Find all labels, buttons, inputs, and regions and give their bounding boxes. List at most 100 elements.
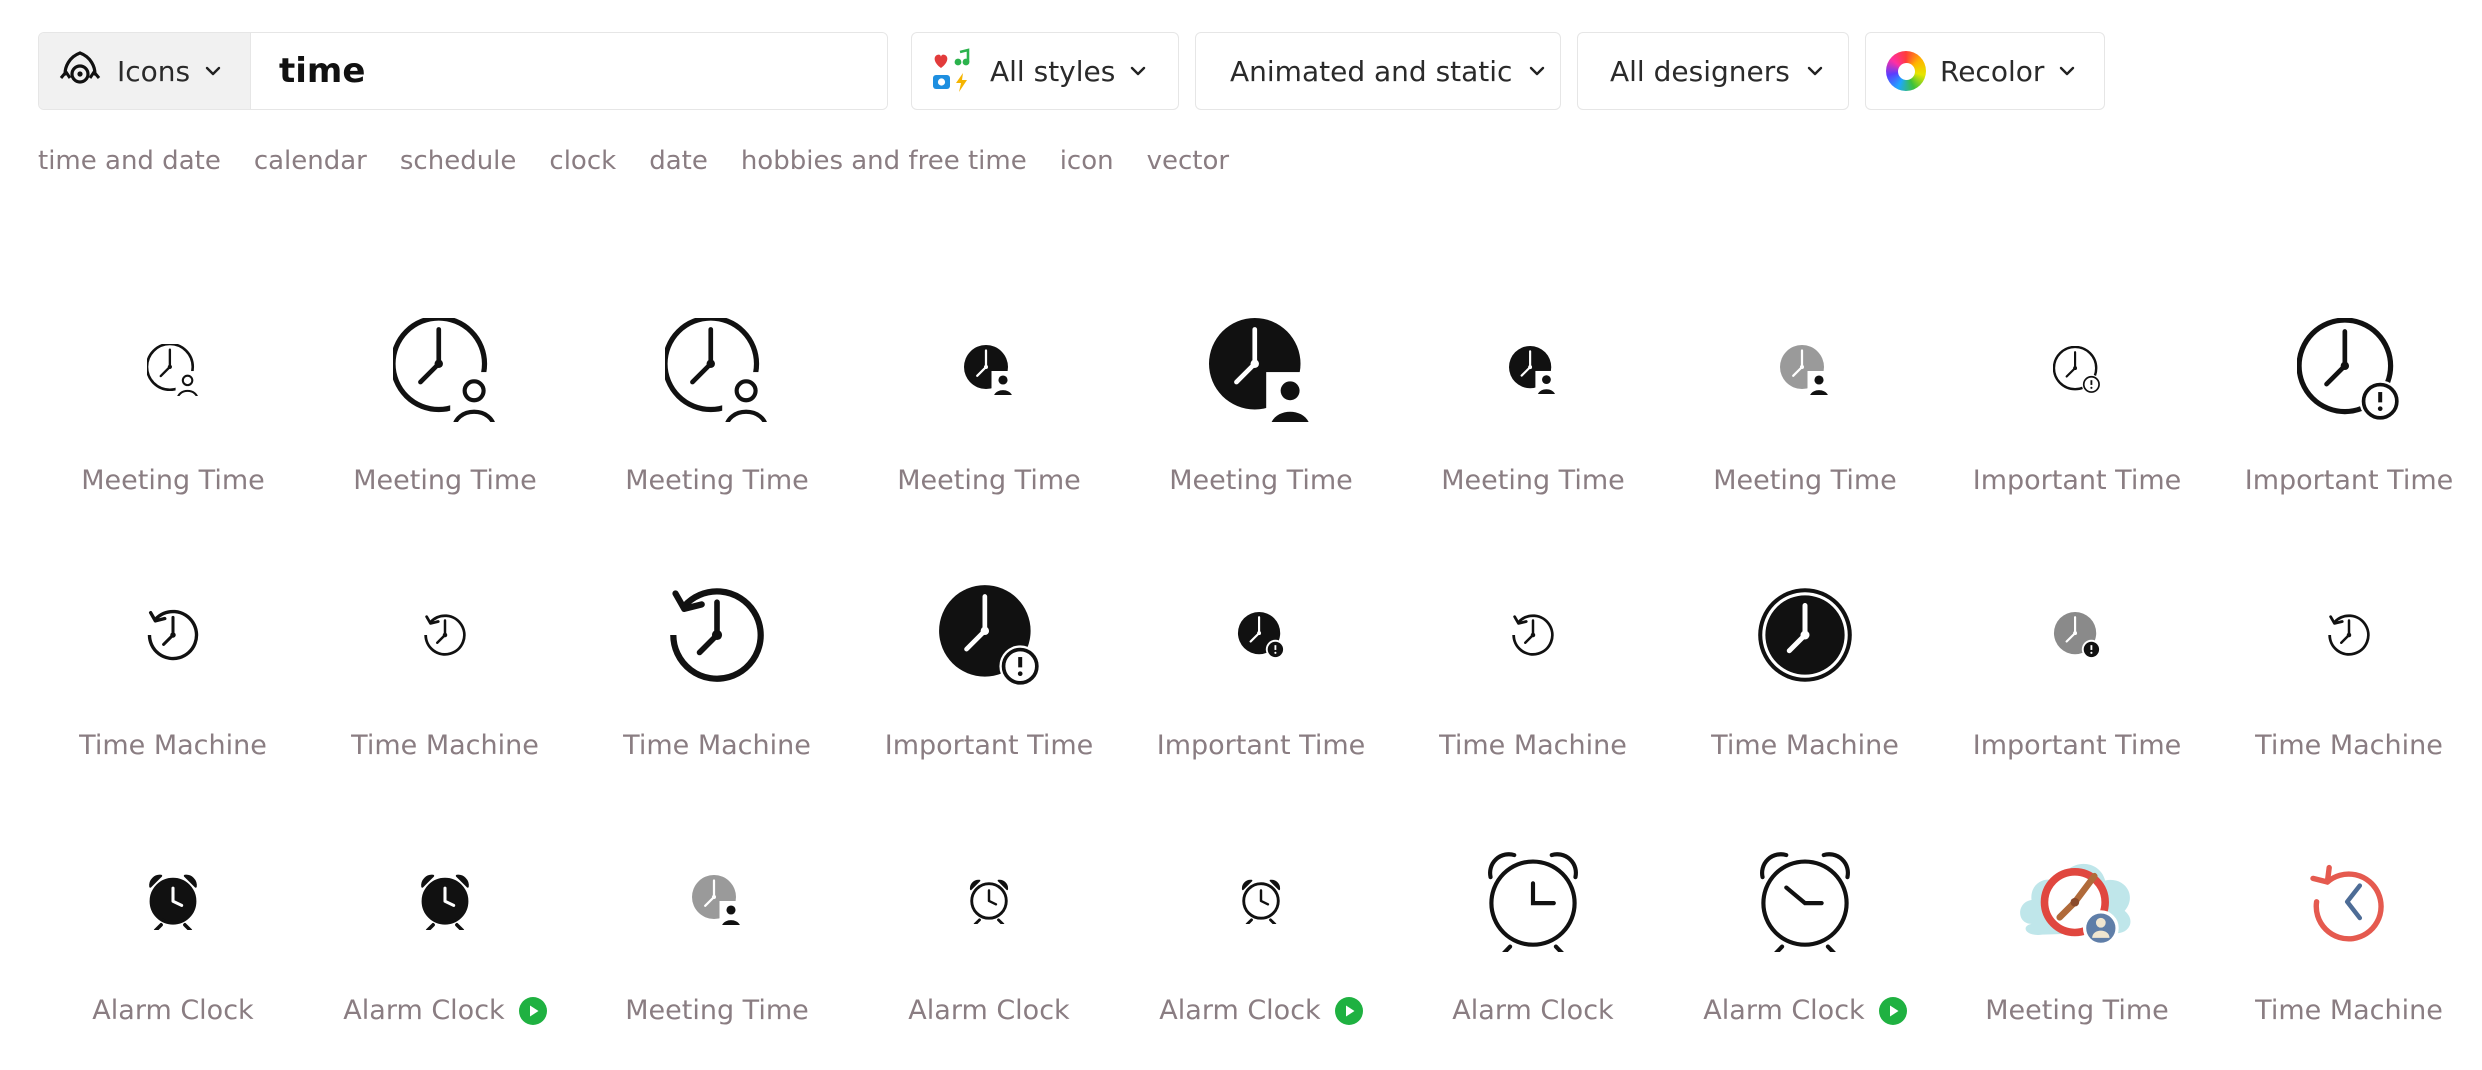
styles-filter-dropdown[interactable]: All styles	[911, 32, 1179, 110]
icon-title: Alarm Clock	[343, 995, 505, 1026]
time-machine-icon[interactable]	[581, 545, 853, 725]
icon-title: Meeting Time	[1985, 995, 2169, 1026]
icon-result-card[interactable]: Time Machine	[581, 545, 853, 805]
search-input[interactable]	[251, 33, 887, 109]
icon-result-card[interactable]: Meeting Time	[581, 280, 853, 540]
time-machine-icon[interactable]	[37, 545, 309, 725]
meeting-time-icon[interactable]	[853, 280, 1125, 460]
icon-title-row: Time Machine	[37, 730, 309, 761]
tag-link[interactable]: icon	[1060, 146, 1114, 176]
icon-result-card[interactable]: Time Machine	[2213, 545, 2482, 805]
meeting-time-icon[interactable]	[37, 280, 309, 460]
icon-result-card[interactable]: Meeting Time	[37, 280, 309, 540]
icon-title: Time Machine	[2255, 995, 2443, 1026]
icon-result-card[interactable]: Meeting Time	[1669, 280, 1941, 540]
icon-title: Meeting Time	[1441, 465, 1625, 496]
alarm-clock-icon[interactable]	[853, 810, 1125, 990]
time-machine-icon[interactable]	[1397, 545, 1669, 725]
meeting-time-icon[interactable]	[1125, 280, 1397, 460]
related-tags: time and date calendar schedule clock da…	[38, 146, 1262, 176]
icon-title-row: Meeting Time	[853, 465, 1125, 496]
time-machine-icon[interactable]	[1669, 545, 1941, 725]
alarm-clock-icon[interactable]	[309, 810, 581, 990]
icon-result-card[interactable]: Alarm Clock	[1397, 810, 1669, 1070]
tag-link[interactable]: calendar	[254, 146, 367, 176]
icon-result-card[interactable]: Meeting Time	[309, 280, 581, 540]
alarm-clock-icon[interactable]	[37, 810, 309, 990]
meeting-time-icon[interactable]	[1397, 280, 1669, 460]
icon-title-row: Meeting Time	[581, 995, 853, 1026]
icon-title-row: Meeting Time	[1397, 465, 1669, 496]
icon-title-row: Time Machine	[309, 730, 581, 761]
icon-result-card[interactable]: Time Machine	[1669, 545, 1941, 805]
icon-result-card[interactable]: Important Time	[1941, 545, 2213, 805]
alarm-clock-icon[interactable]	[1669, 810, 1941, 990]
time-machine-icon[interactable]	[309, 545, 581, 725]
meeting-time-icon[interactable]	[581, 810, 853, 990]
icon-title-row: Important Time	[1941, 465, 2213, 496]
important-time-icon[interactable]	[853, 545, 1125, 725]
icon-result-card[interactable]: Alarm Clock	[1125, 810, 1397, 1070]
chevron-down-icon	[1807, 66, 1823, 76]
alarm-clock-icon[interactable]	[1397, 810, 1669, 990]
designers-filter-dropdown[interactable]: All designers	[1577, 32, 1849, 110]
icon-result-card[interactable]: Important Time	[2213, 280, 2482, 540]
tag-link[interactable]: vector	[1147, 146, 1229, 176]
icon-title-row: Meeting Time	[581, 465, 853, 496]
icon-title: Important Time	[1972, 730, 2182, 761]
icon-title-row: Important Time	[853, 730, 1125, 761]
icon-result-card[interactable]: Alarm Clock	[309, 810, 581, 1070]
icon-title: Time Machine	[1439, 730, 1627, 761]
icon-title: Time Machine	[623, 730, 811, 761]
icon-result-card[interactable]: Important Time	[1125, 545, 1397, 805]
styles-icon	[933, 48, 970, 92]
time-machine-icon[interactable]	[2213, 545, 2482, 725]
icon-title: Important Time	[1156, 730, 1366, 761]
important-time-icon[interactable]	[1941, 545, 2213, 725]
icon-title-row: Meeting Time	[1669, 465, 1941, 496]
tag-link[interactable]: date	[649, 146, 708, 176]
icon-result-card[interactable]: Time Machine	[2213, 810, 2482, 1070]
chevron-down-icon	[1530, 66, 1545, 76]
time-machine-icon[interactable]	[2213, 810, 2482, 990]
icon-result-card[interactable]: Meeting Time	[1125, 280, 1397, 540]
alarm-clock-icon[interactable]	[1125, 810, 1397, 990]
icon-title: Time Machine	[1711, 730, 1899, 761]
icon-title: Time Machine	[351, 730, 539, 761]
tag-link[interactable]: clock	[549, 146, 616, 176]
designers-label: All designers	[1610, 54, 1790, 88]
animation-filter-dropdown[interactable]: Animated and static	[1195, 32, 1561, 110]
icon-result-card[interactable]: Important Time	[1941, 280, 2213, 540]
icon-result-card[interactable]: Alarm Clock	[37, 810, 309, 1070]
category-dropdown[interactable]: Icons	[39, 33, 251, 109]
meeting-time-icon[interactable]	[581, 280, 853, 460]
icon-title: Important Time	[884, 730, 1094, 761]
icon-title: Time Machine	[79, 730, 267, 761]
icon-result-card[interactable]: Important Time	[853, 545, 1125, 805]
styles-label: All styles	[990, 54, 1116, 88]
tag-link[interactable]: hobbies and free time	[741, 146, 1027, 176]
tag-link[interactable]: schedule	[400, 146, 517, 176]
icon-title-row: Meeting Time	[1125, 465, 1397, 496]
icon-result-card[interactable]: Time Machine	[309, 545, 581, 805]
icon-result-card[interactable]: Meeting Time	[1397, 280, 1669, 540]
important-time-icon[interactable]	[1941, 280, 2213, 460]
recolor-label: Recolor	[1940, 54, 2045, 88]
meeting-time-icon[interactable]	[309, 280, 581, 460]
important-time-icon[interactable]	[2213, 280, 2482, 460]
recolor-dropdown[interactable]: Recolor	[1865, 32, 2105, 110]
icon-result-card[interactable]: Meeting Time	[581, 810, 853, 1070]
meeting-time-icon[interactable]	[1669, 280, 1941, 460]
icon-result-card[interactable]: Time Machine	[1397, 545, 1669, 805]
icon-title-row: Meeting Time	[37, 465, 309, 496]
tag-link[interactable]: time and date	[38, 146, 221, 176]
icon-result-card[interactable]: Meeting Time	[1941, 810, 2213, 1070]
icon-result-card[interactable]: Alarm Clock	[1669, 810, 1941, 1070]
icon-result-card[interactable]: Alarm Clock	[853, 810, 1125, 1070]
icon-result-card[interactable]: Meeting Time	[853, 280, 1125, 540]
meeting-time-icon[interactable]	[1941, 810, 2213, 990]
icons-category-icon	[59, 51, 101, 84]
important-time-icon[interactable]	[1125, 545, 1397, 725]
icon-result-card[interactable]: Time Machine	[37, 545, 309, 805]
icon-title-row: Alarm Clock	[1397, 995, 1669, 1026]
